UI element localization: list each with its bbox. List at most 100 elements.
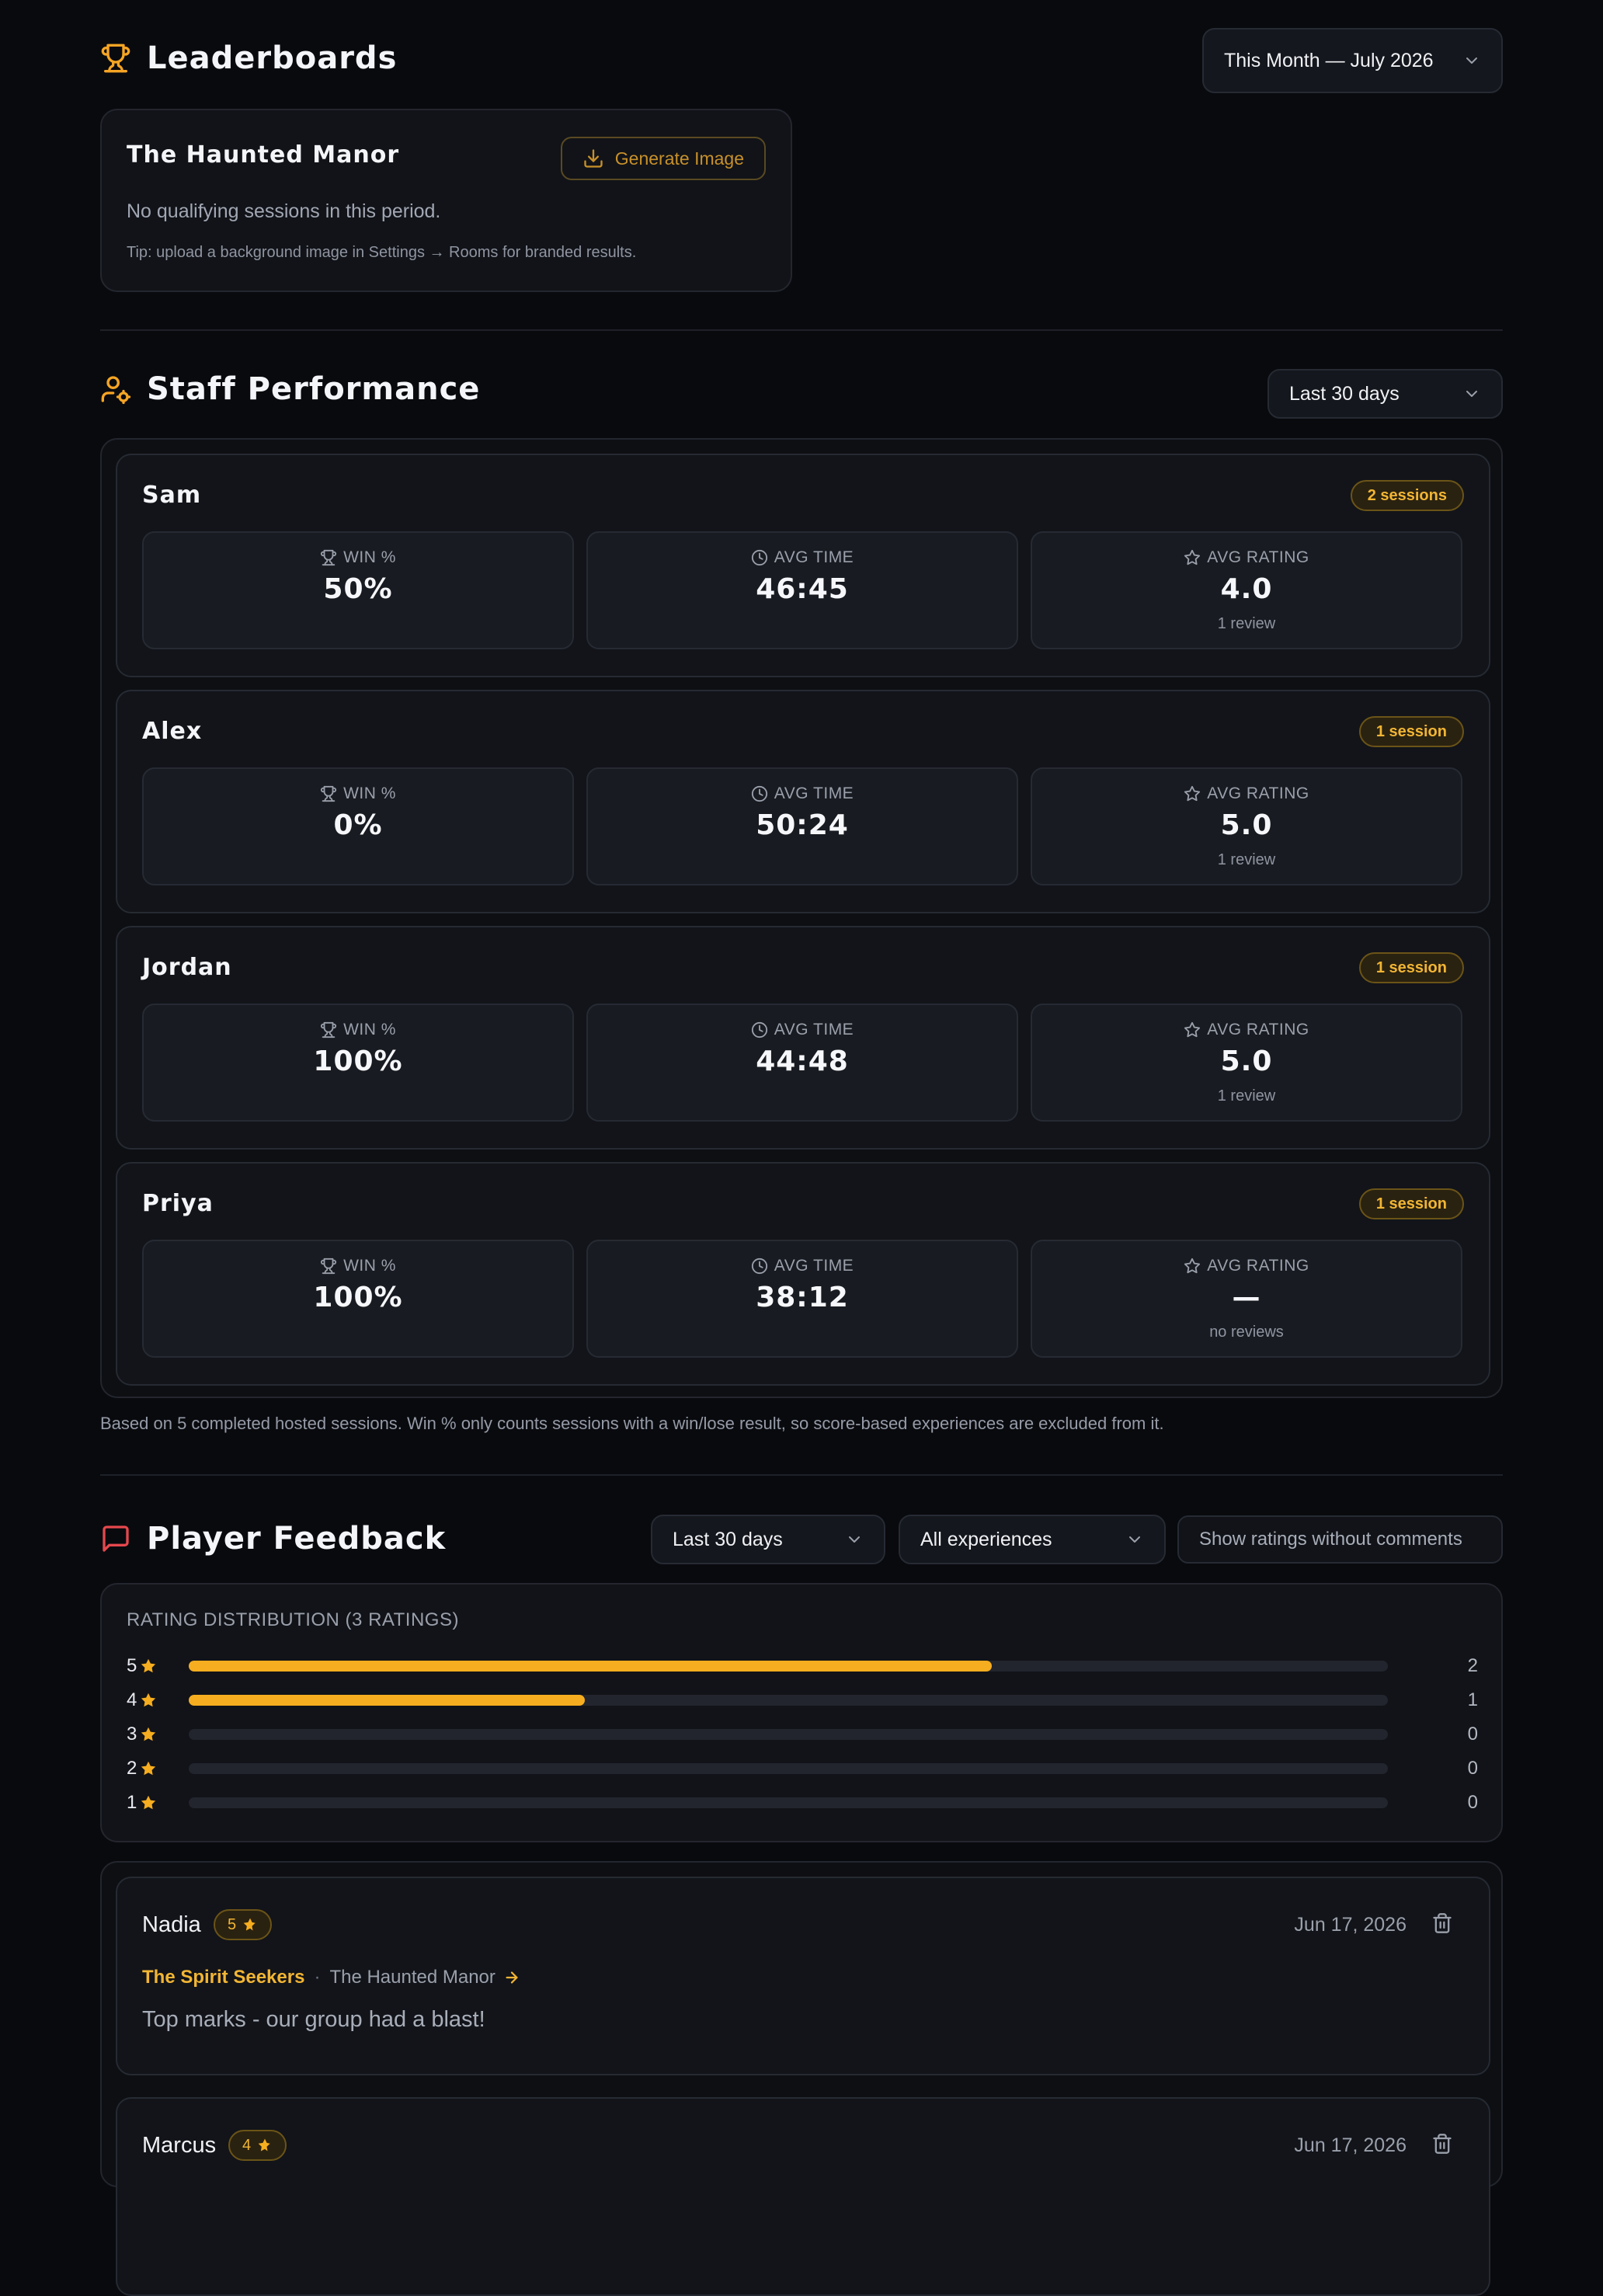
- metric-avg-rating: AVG RATING 5.0 1 review: [1031, 1004, 1462, 1122]
- staff-name: Sam: [142, 482, 202, 509]
- clock-icon: [751, 785, 774, 802]
- staff-title: Staff Performance: [147, 371, 481, 407]
- star-icon: [137, 1658, 157, 1675]
- star-icon: [137, 1794, 157, 1811]
- metric-avg-rating: AVG RATING 5.0 1 review: [1031, 767, 1462, 885]
- metric-value: 44:48: [756, 1045, 849, 1077]
- metric-label: WIN %: [144, 1257, 572, 1275]
- leaderboard-room-title: The Haunted Manor: [127, 141, 400, 169]
- feedback-comment: Top marks - our group had a blast!: [142, 2007, 485, 2032]
- rating-row-label: 2: [127, 1758, 165, 1779]
- metric-label-text: WIN %: [343, 548, 396, 566]
- rating-row-label: 4: [127, 1689, 165, 1711]
- feedback-date: Jun 17, 2026: [1294, 1914, 1407, 1936]
- chevron-down-icon: [845, 1530, 864, 1549]
- rating-row-5: 5 2: [127, 1654, 1478, 1678]
- rating-distribution-card: RATING DISTRIBUTION (3 RATINGS) 5 2 4 1 …: [100, 1583, 1503, 1842]
- feedback-header: Player Feedback: [100, 1521, 566, 1557]
- metric-label-text: AVG TIME: [774, 784, 854, 802]
- feedback-range-select[interactable]: Last 30 days: [651, 1515, 885, 1564]
- metric-avg-rating: AVG RATING 4.0 1 review: [1031, 531, 1462, 649]
- feedback-experience-select[interactable]: All experiences: [899, 1515, 1166, 1564]
- metric-label: AVG TIME: [588, 1257, 1017, 1275]
- staff-card-jordan: Jordan 1 session WIN % 100% AVG TIME 44:…: [116, 926, 1490, 1150]
- metric-value: 100%: [313, 1045, 403, 1077]
- metric-value: 4.0: [1220, 573, 1273, 605]
- feedback-rating-value: 4: [242, 2136, 252, 2154]
- star-icon: [1184, 785, 1207, 802]
- metric-avg-time: AVG TIME 38:12: [586, 1240, 1018, 1358]
- feedback-list: Nadia 5 Jun 17, 2026 The Spirit Seekers …: [100, 1861, 1503, 2296]
- metric-value: 0%: [333, 809, 383, 841]
- rating-row-label: 1: [127, 1792, 165, 1814]
- star-icon: [137, 1692, 157, 1709]
- arrow-right-icon[interactable]: [503, 1969, 520, 1986]
- sessions-badge: 1 session: [1358, 952, 1464, 983]
- star-icon: [1184, 1258, 1207, 1275]
- staff-card-priya: Priya 1 session WIN % 100% AVG TIME 38:1…: [116, 1162, 1490, 1386]
- rating-count: 0: [1467, 1758, 1478, 1779]
- rating-stars-value: 2: [127, 1758, 137, 1779]
- feedback-experience-value: All experiences: [920, 1528, 1052, 1550]
- feedback-date: Jun 17, 2026: [1294, 2134, 1407, 2156]
- metric-value: 50%: [323, 573, 393, 605]
- rating-count: 1: [1467, 1689, 1478, 1710]
- trophy-icon: [100, 43, 131, 74]
- show-ratings-without-comments-toggle[interactable]: Show ratings without comments: [1177, 1515, 1503, 1564]
- staff-range-select[interactable]: Last 30 days: [1267, 369, 1503, 419]
- metric-label-text: AVG RATING: [1207, 1021, 1309, 1038]
- staff-footnote: Based on 5 completed hosted sessions. Wi…: [100, 1414, 1164, 1433]
- star-icon: [137, 1726, 157, 1743]
- rating-row-2: 2 0: [127, 1757, 1478, 1780]
- staff-name: Priya: [142, 1190, 214, 1217]
- metric-label-text: AVG RATING: [1207, 1257, 1309, 1275]
- trash-icon[interactable]: [1431, 1912, 1453, 1938]
- metric-win-rate: WIN % 0%: [142, 767, 574, 885]
- feedback-room: The Haunted Manor: [329, 1967, 496, 1988]
- leaderboard-tip: Tip: upload a background image in Settin…: [127, 244, 637, 261]
- leaderboard-period-value: This Month — July 2026: [1224, 49, 1434, 71]
- review-count: no reviews: [1209, 1324, 1284, 1341]
- rating-stars-value: 4: [127, 1689, 137, 1710]
- metric-label: AVG TIME: [588, 784, 1017, 803]
- metric-value: 5.0: [1220, 1045, 1273, 1077]
- feedback-meta: The Spirit Seekers · The Haunted Manor: [142, 1967, 520, 1988]
- leaderboard-empty-message: No qualifying sessions in this period.: [127, 200, 441, 222]
- staff-list: Sam 2 sessions WIN % 50% AVG TIME 46:45 …: [100, 438, 1503, 1398]
- rating-bar-track: [189, 1763, 1388, 1774]
- clock-icon: [751, 1021, 774, 1038]
- trophy-icon: [320, 549, 343, 566]
- metric-value: 38:12: [756, 1282, 849, 1313]
- feedback-team-link[interactable]: The Spirit Seekers: [142, 1967, 304, 1988]
- chevron-down-icon: [1125, 1530, 1144, 1549]
- trash-icon[interactable]: [1431, 2133, 1453, 2159]
- leaderboard-period-select[interactable]: This Month — July 2026: [1202, 28, 1503, 93]
- metric-label-text: AVG RATING: [1207, 548, 1309, 566]
- metric-label: AVG TIME: [588, 1021, 1017, 1039]
- leaderboards-title: Leaderboards: [147, 40, 398, 76]
- staff-range-value: Last 30 days: [1289, 382, 1400, 405]
- review-count: 1 review: [1217, 615, 1276, 632]
- metric-avg-time: AVG TIME 50:24: [586, 767, 1018, 885]
- metric-value: 46:45: [756, 573, 849, 605]
- meta-separator: ·: [314, 1967, 321, 1988]
- feedback-author: Marcus: [142, 2133, 217, 2158]
- metric-label: AVG RATING: [1032, 548, 1461, 567]
- star-icon: [1184, 549, 1207, 566]
- rating-row-label: 5: [127, 1655, 165, 1677]
- rating-stars-value: 3: [127, 1724, 137, 1745]
- review-count: 1 review: [1217, 851, 1276, 868]
- feedback-item: Nadia 5 Jun 17, 2026 The Spirit Seekers …: [116, 1877, 1490, 2075]
- review-count: 1 review: [1217, 1087, 1276, 1105]
- star-icon: [137, 1760, 157, 1777]
- metric-value: 50:24: [756, 809, 849, 841]
- rating-distribution-title: RATING DISTRIBUTION (3 RATINGS): [127, 1609, 459, 1630]
- generate-image-button[interactable]: Generate Image: [560, 137, 766, 180]
- leaderboard-card: The Haunted Manor Generate Image No qual…: [100, 109, 792, 292]
- star-icon: [251, 2138, 273, 2153]
- rating-stars-value: 5: [127, 1655, 137, 1676]
- metric-value: 5.0: [1220, 809, 1273, 841]
- section-divider: [100, 1474, 1503, 1476]
- staff-card-alex: Alex 1 session WIN % 0% AVG TIME 50:24 A…: [116, 690, 1490, 913]
- feedback-item: Marcus 4 Jun 17, 2026: [116, 2097, 1490, 2296]
